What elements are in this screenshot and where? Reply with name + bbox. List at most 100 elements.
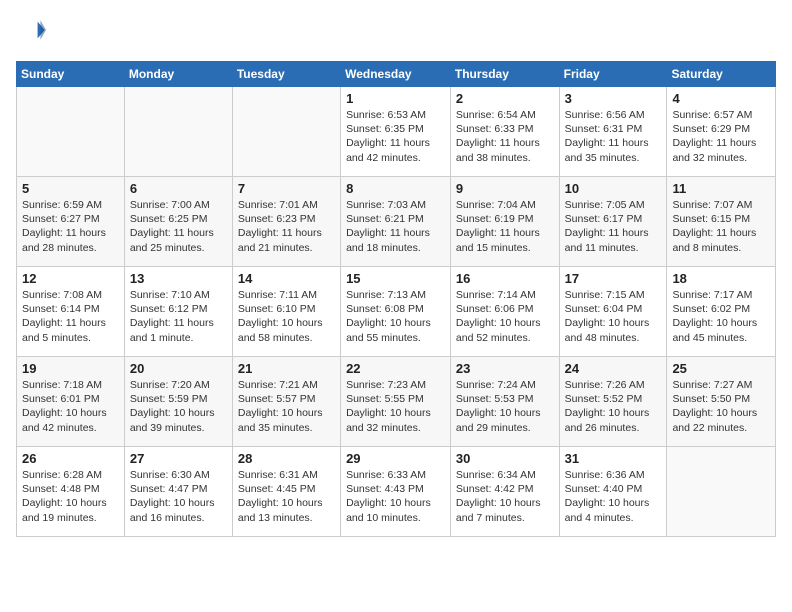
page-header xyxy=(16,16,776,49)
week-row-1: 1Sunrise: 6:53 AM Sunset: 6:35 PM Daylig… xyxy=(17,87,776,177)
day-number: 4 xyxy=(672,91,770,106)
day-number: 2 xyxy=(456,91,554,106)
day-info: Sunrise: 6:30 AM Sunset: 4:47 PM Dayligh… xyxy=(130,468,227,525)
weekday-header-thursday: Thursday xyxy=(450,62,559,87)
day-number: 12 xyxy=(22,271,119,286)
day-info: Sunrise: 6:28 AM Sunset: 4:48 PM Dayligh… xyxy=(22,468,119,525)
calendar-cell xyxy=(17,87,125,177)
calendar-cell: 26 Sunrise: 6:28 AM Sunset: 4:48 PM Dayli… xyxy=(17,447,125,537)
calendar-cell: 28 Sunrise: 6:31 AM Sunset: 4:45 PM Dayli… xyxy=(232,447,340,537)
day-number: 25 xyxy=(672,361,770,376)
day-number: 27 xyxy=(130,451,227,466)
day-info: Sunrise: 7:23 AM Sunset: 5:55 PM Dayligh… xyxy=(346,378,445,435)
calendar-cell: 30Sunrise: 6:34 AM Sunset: 4:42 PM Dayli… xyxy=(450,447,559,537)
calendar-cell: 15 Sunrise: 7:13 AM Sunset: 6:08 PM Dayli… xyxy=(341,267,451,357)
calendar-cell: 1Sunrise: 6:53 AM Sunset: 6:35 PM Daylig… xyxy=(341,87,451,177)
week-row-4: 19 Sunrise: 7:18 AM Sunset: 6:01 PM Dayli… xyxy=(17,357,776,447)
calendar-cell: 29 Sunrise: 6:33 AM Sunset: 4:43 PM Dayli… xyxy=(341,447,451,537)
day-info: Sunrise: 7:15 AM Sunset: 6:04 PM Dayligh… xyxy=(565,288,662,345)
day-number: 21 xyxy=(238,361,335,376)
day-number: 23 xyxy=(456,361,554,376)
week-row-3: 12 Sunrise: 7:08 AM Sunset: 6:14 PM Dayli… xyxy=(17,267,776,357)
day-info: Sunrise: 6:36 AM Sunset: 4:40 PM Dayligh… xyxy=(565,468,662,525)
calendar-cell: 13 Sunrise: 7:10 AM Sunset: 6:12 PM Dayli… xyxy=(124,267,232,357)
day-info: Sunrise: 7:20 AM Sunset: 5:59 PM Dayligh… xyxy=(130,378,227,435)
day-number: 14 xyxy=(238,271,335,286)
day-info: Sunrise: 7:27 AM Sunset: 5:50 PM Dayligh… xyxy=(672,378,770,435)
day-info: Sunrise: 7:01 AM Sunset: 6:23 PM Dayligh… xyxy=(238,198,335,255)
calendar-cell: 8 Sunrise: 7:03 AM Sunset: 6:21 PM Daylig… xyxy=(341,177,451,267)
calendar-cell: 7 Sunrise: 7:01 AM Sunset: 6:23 PM Daylig… xyxy=(232,177,340,267)
day-number: 28 xyxy=(238,451,335,466)
calendar-cell: 27 Sunrise: 6:30 AM Sunset: 4:47 PM Dayli… xyxy=(124,447,232,537)
day-number: 8 xyxy=(346,181,445,196)
weekday-header-sunday: Sunday xyxy=(17,62,125,87)
weekday-header-tuesday: Tuesday xyxy=(232,62,340,87)
week-row-2: 5 Sunrise: 6:59 AM Sunset: 6:27 PM Daylig… xyxy=(17,177,776,267)
logo xyxy=(16,16,48,49)
day-number: 22 xyxy=(346,361,445,376)
calendar-table: SundayMondayTuesdayWednesdayThursdayFrid… xyxy=(16,61,776,537)
day-info: Sunrise: 7:07 AM Sunset: 6:15 PM Dayligh… xyxy=(672,198,770,255)
day-info: Sunrise: 7:11 AM Sunset: 6:10 PM Dayligh… xyxy=(238,288,335,345)
calendar-cell: 31 Sunrise: 6:36 AM Sunset: 4:40 PM Dayli… xyxy=(559,447,667,537)
calendar-cell: 10Sunrise: 7:05 AM Sunset: 6:17 PM Dayli… xyxy=(559,177,667,267)
day-info: Sunrise: 7:14 AM Sunset: 6:06 PM Dayligh… xyxy=(456,288,554,345)
calendar-cell: 19 Sunrise: 7:18 AM Sunset: 6:01 PM Dayli… xyxy=(17,357,125,447)
day-number: 16 xyxy=(456,271,554,286)
day-number: 9 xyxy=(456,181,554,196)
calendar-cell: 12 Sunrise: 7:08 AM Sunset: 6:14 PM Dayli… xyxy=(17,267,125,357)
day-number: 19 xyxy=(22,361,119,376)
day-info: Sunrise: 6:56 AM Sunset: 6:31 PM Dayligh… xyxy=(565,108,662,165)
calendar-cell xyxy=(667,447,776,537)
calendar-cell: 6 Sunrise: 7:00 AM Sunset: 6:25 PM Daylig… xyxy=(124,177,232,267)
day-number: 31 xyxy=(565,451,662,466)
calendar-cell: 23 Sunrise: 7:24 AM Sunset: 5:53 PM Dayli… xyxy=(450,357,559,447)
calendar-cell: 4 Sunrise: 6:57 AM Sunset: 6:29 PM Daylig… xyxy=(667,87,776,177)
day-number: 11 xyxy=(672,181,770,196)
day-info: Sunrise: 7:08 AM Sunset: 6:14 PM Dayligh… xyxy=(22,288,119,345)
day-info: Sunrise: 6:34 AM Sunset: 4:42 PM Dayligh… xyxy=(456,468,554,525)
day-info: Sunrise: 6:57 AM Sunset: 6:29 PM Dayligh… xyxy=(672,108,770,165)
weekday-header-row: SundayMondayTuesdayWednesdayThursdayFrid… xyxy=(17,62,776,87)
day-info: Sunrise: 7:10 AM Sunset: 6:12 PM Dayligh… xyxy=(130,288,227,345)
day-number: 5 xyxy=(22,181,119,196)
day-number: 15 xyxy=(346,271,445,286)
calendar-cell: 14 Sunrise: 7:11 AM Sunset: 6:10 PM Dayli… xyxy=(232,267,340,357)
calendar-cell: 24 Sunrise: 7:26 AM Sunset: 5:52 PM Dayli… xyxy=(559,357,667,447)
day-number: 29 xyxy=(346,451,445,466)
weekday-header-saturday: Saturday xyxy=(667,62,776,87)
day-info: Sunrise: 7:05 AM Sunset: 6:17 PM Dayligh… xyxy=(565,198,662,255)
logo-icon xyxy=(18,16,46,44)
day-number: 7 xyxy=(238,181,335,196)
day-info: Sunrise: 7:04 AM Sunset: 6:19 PM Dayligh… xyxy=(456,198,554,255)
day-info: Sunrise: 7:21 AM Sunset: 5:57 PM Dayligh… xyxy=(238,378,335,435)
calendar-cell: 25 Sunrise: 7:27 AM Sunset: 5:50 PM Dayli… xyxy=(667,357,776,447)
day-number: 6 xyxy=(130,181,227,196)
day-number: 17 xyxy=(565,271,662,286)
day-number: 13 xyxy=(130,271,227,286)
day-info: Sunrise: 7:24 AM Sunset: 5:53 PM Dayligh… xyxy=(456,378,554,435)
day-number: 24 xyxy=(565,361,662,376)
day-info: Sunrise: 6:54 AM Sunset: 6:33 PM Dayligh… xyxy=(456,108,554,165)
day-number: 26 xyxy=(22,451,119,466)
weekday-header-monday: Monday xyxy=(124,62,232,87)
calendar-cell: 9 Sunrise: 7:04 AM Sunset: 6:19 PM Daylig… xyxy=(450,177,559,267)
calendar-cell: 16 Sunrise: 7:14 AM Sunset: 6:06 PM Dayli… xyxy=(450,267,559,357)
calendar-cell: 21 Sunrise: 7:21 AM Sunset: 5:57 PM Dayli… xyxy=(232,357,340,447)
calendar-cell xyxy=(232,87,340,177)
calendar-cell: 3Sunrise: 6:56 AM Sunset: 6:31 PM Daylig… xyxy=(559,87,667,177)
calendar-cell: 2 Sunrise: 6:54 AM Sunset: 6:33 PM Daylig… xyxy=(450,87,559,177)
day-info: Sunrise: 7:00 AM Sunset: 6:25 PM Dayligh… xyxy=(130,198,227,255)
day-info: Sunrise: 7:03 AM Sunset: 6:21 PM Dayligh… xyxy=(346,198,445,255)
day-info: Sunrise: 7:18 AM Sunset: 6:01 PM Dayligh… xyxy=(22,378,119,435)
day-info: Sunrise: 6:33 AM Sunset: 4:43 PM Dayligh… xyxy=(346,468,445,525)
calendar-cell xyxy=(124,87,232,177)
day-info: Sunrise: 7:26 AM Sunset: 5:52 PM Dayligh… xyxy=(565,378,662,435)
day-number: 1 xyxy=(346,91,445,106)
calendar-cell: 18Sunrise: 7:17 AM Sunset: 6:02 PM Dayli… xyxy=(667,267,776,357)
day-info: Sunrise: 6:31 AM Sunset: 4:45 PM Dayligh… xyxy=(238,468,335,525)
day-info: Sunrise: 6:59 AM Sunset: 6:27 PM Dayligh… xyxy=(22,198,119,255)
week-row-5: 26 Sunrise: 6:28 AM Sunset: 4:48 PM Dayli… xyxy=(17,447,776,537)
day-info: Sunrise: 7:13 AM Sunset: 6:08 PM Dayligh… xyxy=(346,288,445,345)
